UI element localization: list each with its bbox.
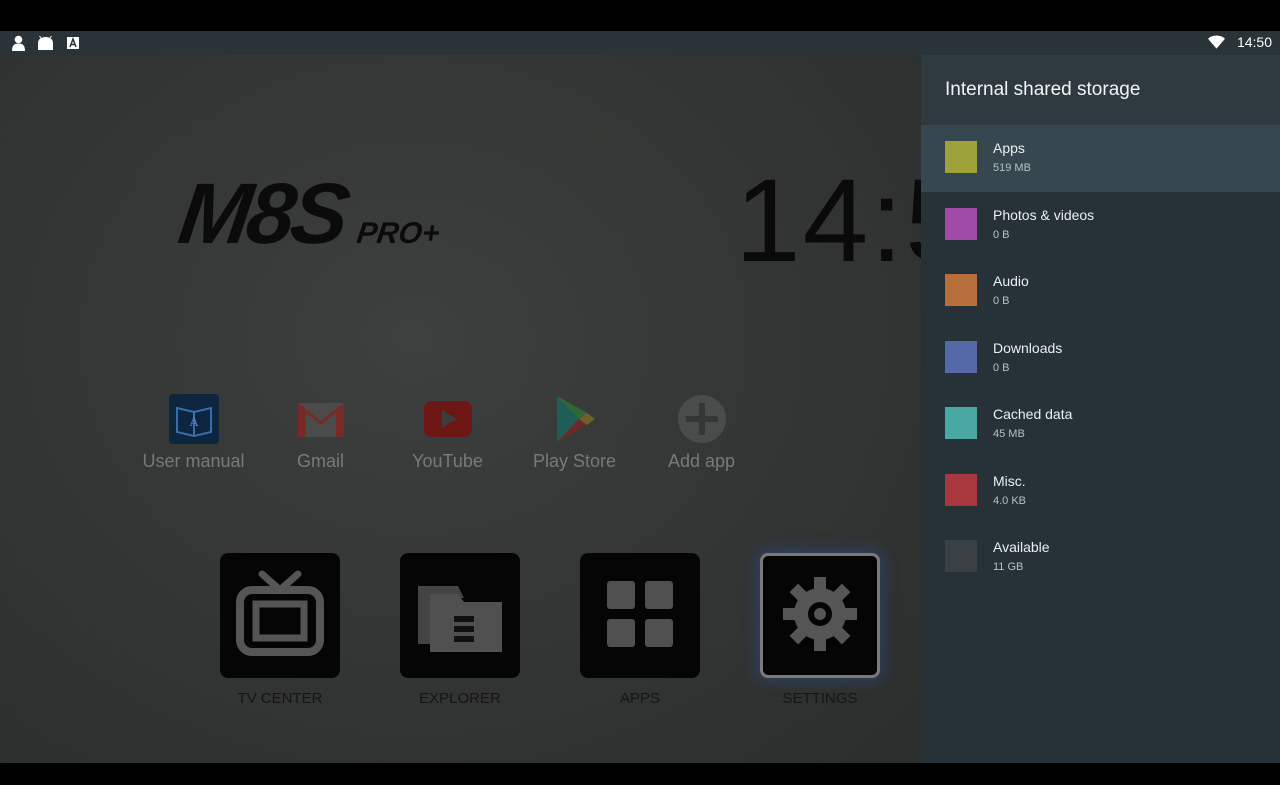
status-right: 14:50 bbox=[1207, 33, 1272, 50]
item-title: Misc. bbox=[993, 472, 1026, 489]
screen: 14:50 M8SPRO+ 14:5 A User manual Gmail bbox=[0, 0, 1280, 785]
home-clock: 14:5 bbox=[735, 155, 921, 287]
tile-box bbox=[400, 553, 520, 678]
gear-icon bbox=[783, 576, 857, 655]
color-swatch bbox=[945, 274, 977, 306]
color-swatch bbox=[945, 540, 977, 572]
tile-label: APPS bbox=[619, 690, 661, 707]
color-swatch bbox=[945, 141, 977, 173]
app-label: User manual bbox=[142, 451, 245, 471]
tile-tv-center[interactable]: TV CENTER bbox=[220, 553, 340, 707]
brand-sub: PRO+ bbox=[354, 217, 442, 250]
text-a-icon bbox=[64, 34, 81, 51]
tile-box-selected bbox=[760, 553, 880, 678]
tile-settings[interactable]: SETTINGS bbox=[760, 553, 880, 707]
launcher-home: M8SPRO+ 14:5 A User manual Gmail YouTube bbox=[0, 55, 921, 763]
item-size: 45 MB bbox=[993, 428, 1025, 440]
app-add-app[interactable]: Add app bbox=[638, 393, 765, 472]
wifi-icon bbox=[1207, 33, 1225, 50]
youtube-icon bbox=[422, 393, 474, 445]
app-shortcuts: A User manual Gmail YouTube Play Store A… bbox=[130, 393, 765, 472]
letterbox-bottom bbox=[0, 763, 1280, 785]
app-youtube[interactable]: YouTube bbox=[384, 393, 511, 472]
main-tiles: TV CENTER EXPLORER APPS SETTINGS bbox=[220, 553, 880, 707]
tile-apps[interactable]: APPS bbox=[580, 553, 700, 707]
notification-icons bbox=[10, 34, 81, 51]
storage-item-cached-data[interactable]: Cached data 45 MB bbox=[921, 391, 1280, 458]
item-title: Audio bbox=[993, 273, 1029, 289]
folder-icon bbox=[414, 574, 506, 658]
color-swatch bbox=[945, 207, 977, 240]
grid-icon bbox=[607, 580, 673, 651]
item-title: Available bbox=[993, 539, 1050, 555]
item-title: Photos & videos bbox=[993, 206, 1095, 223]
item-title: Apps bbox=[993, 140, 1025, 156]
app-label: Gmail bbox=[296, 451, 344, 471]
item-title: Cached data bbox=[993, 406, 1073, 422]
gmail-icon bbox=[295, 393, 347, 445]
item-size: 0 B bbox=[993, 295, 1010, 307]
play-store-icon bbox=[549, 393, 601, 445]
storage-item-available[interactable]: Available 11 GB bbox=[921, 524, 1280, 591]
panel-title: Internal shared storage bbox=[921, 55, 1280, 125]
storage-item-apps[interactable]: Apps 519 MB bbox=[921, 125, 1280, 192]
item-size: 11 GB bbox=[993, 561, 1024, 573]
storage-item-downloads[interactable]: Downloads 0 B bbox=[921, 325, 1280, 392]
brand-logo: M8SPRO+ bbox=[173, 165, 442, 264]
android-icon bbox=[37, 34, 54, 51]
status-time: 14:50 bbox=[1236, 33, 1272, 50]
add-app-icon bbox=[676, 393, 728, 445]
item-size: 0 B bbox=[993, 361, 1010, 374]
app-play-store[interactable]: Play Store bbox=[511, 393, 638, 472]
tile-label: SETTINGS bbox=[782, 690, 858, 707]
letterbox-top bbox=[0, 0, 1280, 31]
user-manual-icon: A bbox=[168, 393, 220, 445]
storage-item-photos-videos[interactable]: Photos & videos 0 B bbox=[921, 192, 1280, 259]
app-gmail[interactable]: Gmail bbox=[257, 393, 384, 472]
app-label: Play Store bbox=[532, 451, 617, 471]
person-icon bbox=[10, 34, 27, 51]
color-swatch bbox=[945, 473, 977, 506]
tile-explorer[interactable]: EXPLORER bbox=[400, 553, 520, 707]
tile-box bbox=[580, 553, 700, 678]
item-title: Downloads bbox=[993, 339, 1063, 356]
color-swatch bbox=[945, 340, 977, 373]
color-swatch bbox=[945, 407, 977, 439]
tile-box bbox=[220, 553, 340, 678]
tile-label: TV CENTER bbox=[237, 690, 323, 707]
storage-item-audio[interactable]: Audio 0 B bbox=[921, 258, 1280, 325]
status-bar: 14:50 bbox=[0, 31, 1280, 55]
app-user-manual[interactable]: A User manual bbox=[130, 393, 257, 472]
storage-panel: Internal shared storage Apps 519 MB Phot… bbox=[921, 55, 1280, 763]
tv-icon bbox=[232, 568, 328, 664]
brand-main: M8S bbox=[173, 166, 352, 262]
svg-text:A: A bbox=[188, 415, 198, 429]
storage-list: Apps 519 MB Photos & videos 0 B Audio 0 … bbox=[921, 125, 1280, 591]
item-size: 4.0 KB bbox=[993, 494, 1027, 507]
tile-label: EXPLORER bbox=[419, 690, 501, 707]
item-size: 519 MB bbox=[993, 162, 1031, 174]
storage-item-misc[interactable]: Misc. 4.0 KB bbox=[921, 458, 1280, 525]
app-label: YouTube bbox=[412, 451, 483, 471]
item-size: 0 B bbox=[993, 228, 1010, 241]
app-label: Add app bbox=[667, 451, 736, 471]
